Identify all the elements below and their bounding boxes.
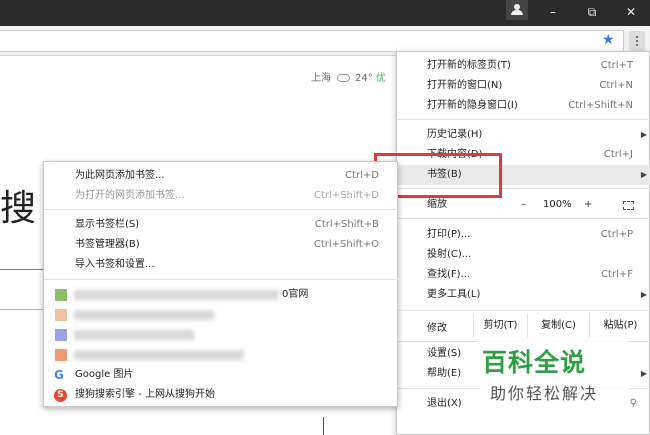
submenu-arrow-icon: ▶ (640, 130, 647, 139)
copy-button[interactable]: 复制(C) (527, 314, 589, 338)
favicon-icon (55, 349, 67, 361)
chrome-menu-button[interactable] (629, 31, 645, 51)
menu-separator (397, 119, 650, 120)
bookmark-item[interactable]: 0官网 (44, 285, 399, 305)
title-bar: – ⧉ ✕ (0, 0, 650, 26)
favicon-icon (55, 329, 67, 341)
divider (323, 417, 324, 435)
weather-widget[interactable]: 上海 24° 优 (311, 69, 386, 84)
menu-find[interactable]: 查找(F)... Ctrl+F (397, 265, 650, 285)
menu-separator (44, 279, 399, 280)
bookmark-sogou[interactable]: S 搜狗搜索引擎 - 上网从搜狗开始 (44, 385, 399, 405)
minimize-button[interactable]: – (536, 0, 570, 26)
page-title: 搜 (0, 188, 37, 229)
bookmark-item[interactable] (44, 305, 399, 325)
bookmark-add-page[interactable]: 为此网页添加书签... Ctrl+D (44, 166, 399, 186)
close-button[interactable]: ✕ (614, 0, 648, 26)
weather-temp: 24° (355, 73, 373, 84)
zoom-in-button[interactable]: + (584, 195, 592, 215)
search-icon: ⚲ (629, 398, 637, 409)
watermark: 百科全说 助你轻松解决 (478, 340, 628, 406)
menu-more-tools[interactable]: 更多工具(L) ▶ (397, 285, 650, 305)
menu-edit-row: 修改 剪切(T) 复制(C) 粘贴(P) (397, 314, 650, 338)
bookmark-import[interactable]: 导入书签和设置... (44, 255, 399, 275)
menu-new-tab[interactable]: 打开新的标签页(T) Ctrl+T (397, 56, 650, 76)
bookmark-add-open-pages: 为打开的网页添加书签... Ctrl+Shift+D (75, 190, 379, 201)
profile-icon[interactable] (506, 0, 528, 20)
sogou-icon: S (54, 389, 67, 402)
bookmark-google-images[interactable]: G Google 图片 (44, 365, 399, 385)
favicon-icon (55, 309, 67, 321)
restore-button[interactable]: ⧉ (575, 0, 609, 26)
air-quality: 优 (375, 73, 386, 84)
divider (0, 269, 46, 270)
submenu-arrow-icon: ▶ (640, 369, 647, 378)
paste-button[interactable]: 粘贴(P) (589, 314, 650, 338)
bookmark-manager[interactable]: 书签管理器(B) Ctrl+Shift+O (44, 235, 399, 255)
bookmark-star-icon[interactable]: ★ (602, 32, 615, 48)
bookmark-item[interactable] (44, 345, 399, 365)
fullscreen-icon[interactable] (623, 201, 634, 210)
zoom-out-button[interactable]: – (521, 195, 526, 215)
weather-city: 上海 (311, 73, 331, 84)
bookmark-show-bar[interactable]: 显示书签栏(S) Ctrl+Shift+B (44, 215, 399, 235)
zoom-level: 100% (543, 199, 572, 210)
menu-new-window[interactable]: 打开新的窗口(N) Ctrl+N (397, 76, 650, 96)
favicon-icon (55, 289, 67, 301)
menu-separator (397, 310, 650, 311)
watermark-subtitle: 助你轻松解决 (490, 384, 599, 403)
menu-new-incognito[interactable]: 打开新的隐身窗口(I) Ctrl+Shift+N (397, 96, 650, 116)
menu-cast[interactable]: 投射(C)... (397, 245, 650, 265)
submenu-arrow-icon: ▶ (640, 290, 647, 299)
cut-button[interactable]: 剪切(T) (473, 314, 527, 338)
bookmark-item[interactable] (44, 325, 399, 345)
menu-separator (44, 209, 399, 210)
menu-print[interactable]: 打印(P)... Ctrl+P (397, 225, 650, 245)
watermark-title: 百科全说 (482, 348, 587, 377)
bookmarks-submenu: 为此网页添加书签... Ctrl+D 为打开的网页添加书签... Ctrl+Sh… (43, 161, 399, 407)
menu-history[interactable]: 历史记录(H) ▶ (397, 125, 650, 145)
menu-separator (397, 218, 650, 219)
divider (0, 309, 46, 310)
address-bar[interactable] (0, 30, 624, 52)
google-icon: G (54, 368, 64, 382)
menu-zoom: 缩放 – 100% + (397, 195, 650, 215)
cloud-icon (337, 74, 350, 82)
submenu-arrow-icon: ▶ (640, 170, 647, 179)
